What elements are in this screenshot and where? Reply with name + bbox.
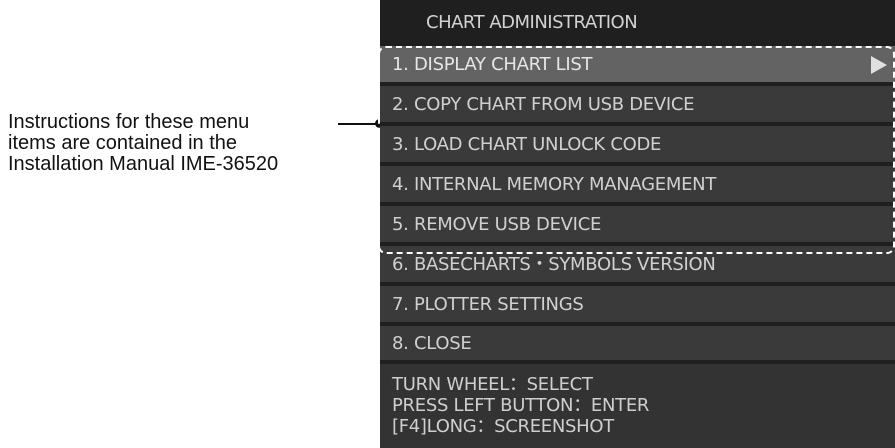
menu-item-plotter-settings[interactable]: 7. PLOTTER SETTINGS [380, 286, 895, 324]
menu-item-label: 4. INTERNAL MEMORY MANAGEMENT [392, 174, 717, 195]
menu-item-label: 5. REMOVE USB DEVICE [392, 214, 602, 235]
menu-item-close[interactable]: 8. CLOSE [380, 326, 895, 362]
menu-item-label: 6. BASECHARTS・SYMBOLS VERSION [392, 254, 716, 275]
callout-line-2: items are contained in the [8, 132, 238, 154]
help-line-press-left-button: PRESS LEFT BUTTON：ENTER [392, 395, 650, 416]
callout-line-3: Installation Manual IME-36520 [8, 153, 279, 175]
callout-leader-line [338, 123, 378, 125]
menu-item-display-chart-list[interactable]: 1. DISPLAY CHART LIST [380, 46, 895, 84]
callout-line-1: Instructions for these menu [8, 111, 250, 133]
menu-title: CHART ADMINISTRATION [380, 0, 895, 46]
menu-item-internal-memory-management[interactable]: 4. INTERNAL MEMORY MANAGEMENT [380, 166, 895, 204]
menu-item-label: 8. CLOSE [392, 333, 472, 354]
menu-item-basecharts-symbols-version[interactable]: 6. BASECHARTS・SYMBOLS VERSION [380, 246, 895, 284]
chart-administration-menu: CHART ADMINISTRATION 1. DISPLAY CHART LI… [380, 0, 895, 448]
menu-item-label: 3. LOAD CHART UNLOCK CODE [392, 134, 662, 155]
triangle-right-icon [871, 56, 887, 74]
callout-annotation: Instructions for these menu items are co… [8, 112, 380, 175]
menu-item-load-chart-unlock-code[interactable]: 3. LOAD CHART UNLOCK CODE [380, 126, 895, 164]
menu-item-copy-chart-from-usb[interactable]: 2. COPY CHART FROM USB DEVICE [380, 86, 895, 124]
help-line-f4-long: [F4]LONG：SCREENSHOT [392, 416, 614, 437]
menu-item-label: 1. DISPLAY CHART LIST [392, 54, 593, 75]
menu-item-label: 2. COPY CHART FROM USB DEVICE [392, 94, 695, 115]
menu-help-footer: TURN WHEEL：SELECT PRESS LEFT BUTTON：ENTE… [380, 362, 895, 448]
menu-item-label: 7. PLOTTER SETTINGS [392, 294, 584, 315]
help-line-turn-wheel: TURN WHEEL：SELECT [392, 374, 593, 395]
menu-item-remove-usb-device[interactable]: 5. REMOVE USB DEVICE [380, 206, 895, 244]
